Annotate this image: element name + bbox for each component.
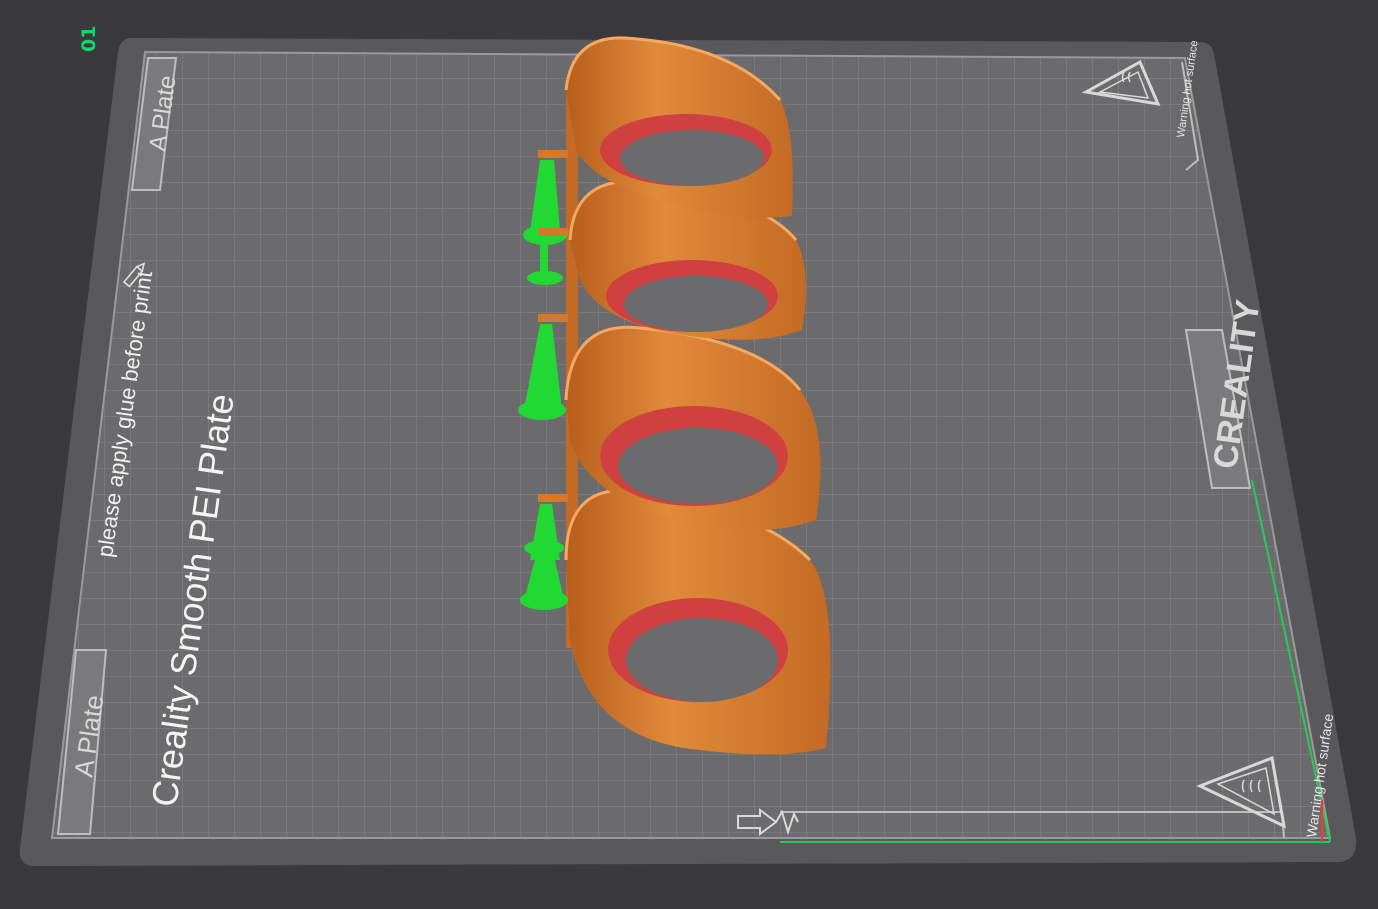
3d-viewport[interactable]: A Plate A Plate please apply glue before…	[0, 0, 1378, 904]
build-plate-scene[interactable]: A Plate A Plate please apply glue before…	[0, 0, 1378, 904]
plate-index-label[interactable]: 01	[78, 26, 100, 52]
